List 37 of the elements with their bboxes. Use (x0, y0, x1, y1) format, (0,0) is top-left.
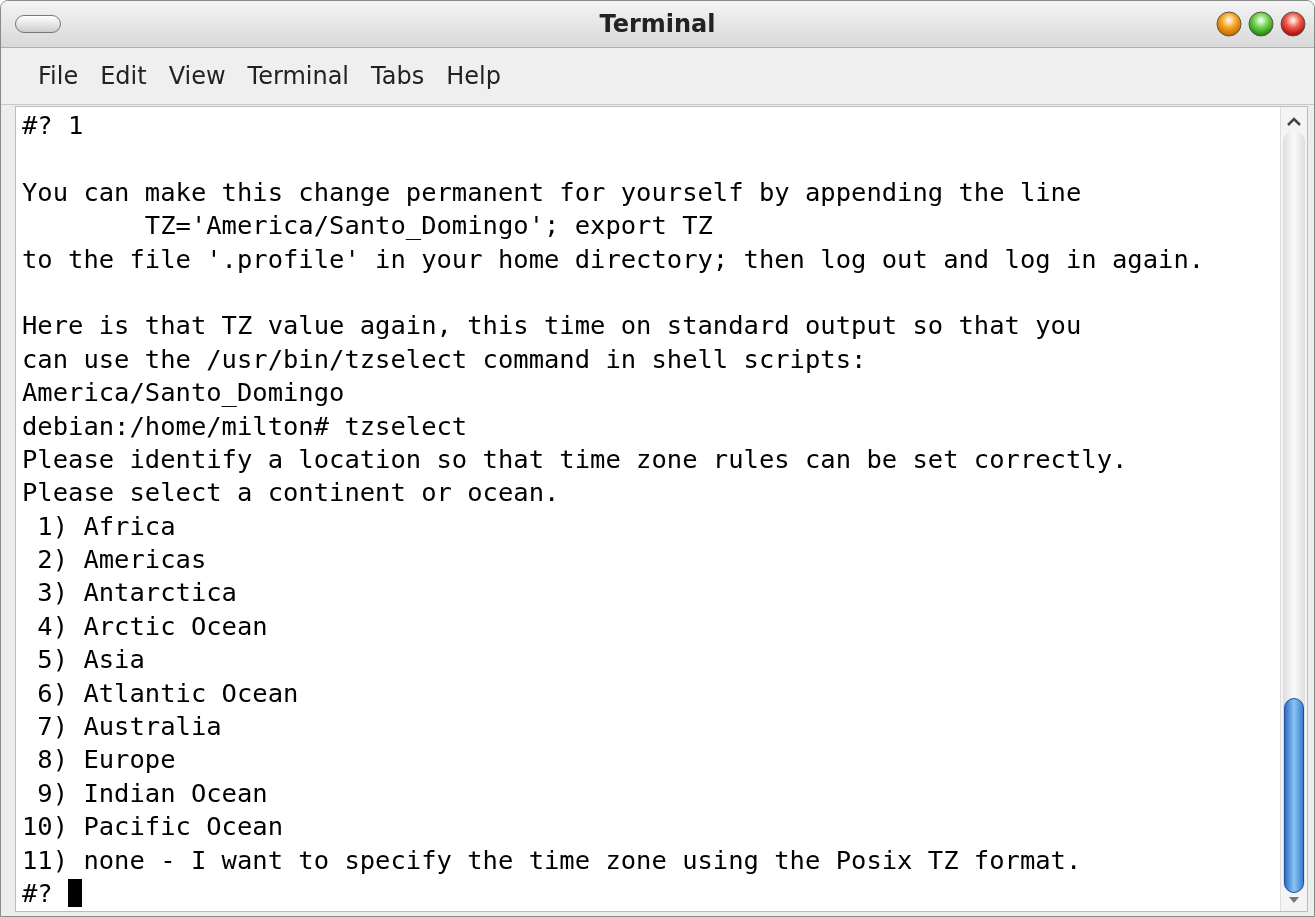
menu-item[interactable]: Edit (89, 58, 158, 94)
terminal-line: debian:/home/milton# tzselect (22, 409, 469, 443)
terminal-line: 5) Asia (36, 643, 146, 677)
scrollbar-thumb[interactable] (1284, 698, 1304, 893)
menu-item[interactable]: Help (435, 58, 512, 94)
text-cursor (67, 879, 82, 907)
terminal-line: 1) Africa (36, 509, 177, 543)
menu-item[interactable]: Terminal (236, 58, 361, 94)
scrollbar-track[interactable] (1283, 131, 1305, 893)
terminal-line: Please select a continent or ocean. (22, 476, 561, 510)
terminal-line: 4) Arctic Ocean (36, 609, 269, 643)
scroll-down-icon[interactable] (1287, 895, 1301, 905)
window-title: Terminal (599, 10, 716, 38)
window-button-icon[interactable] (1280, 11, 1306, 37)
window-pill-button[interactable] (15, 15, 61, 33)
terminal-line: 7) Australia (36, 710, 223, 744)
terminal-line: 10) Pacific Ocean (22, 810, 284, 844)
terminal-line: Please identify a location so that time zone rules can be set correctly. (22, 442, 1129, 476)
terminal-line: 11) none - I want to specify the time zone using the Posix TZ format. (22, 843, 1083, 877)
terminal-line: #? 1 (22, 109, 85, 142)
terminal-line: 2) Americas (36, 543, 208, 577)
terminal-prompt: #? (22, 878, 53, 908)
menu-item[interactable]: Tabs (360, 58, 436, 94)
terminal-line: 9) Indian Ocean (36, 776, 269, 810)
menu-item[interactable]: File (27, 58, 90, 94)
terminal-line: Here is that TZ value again, this time on standard output so that you (22, 309, 1083, 343)
menu-item[interactable]: View (157, 58, 237, 94)
window-button-icon[interactable] (1248, 11, 1274, 37)
terminal-line: TZ='America/Santo_Domingo'; export TZ (143, 209, 714, 243)
terminal-line: 6) Atlantic Ocean (36, 676, 300, 710)
terminal-line: can use the /usr/bin/tzselect command in shell scripts: (22, 342, 868, 376)
terminal-line: America/Santo_Domingo (22, 376, 346, 410)
terminal-line: You can make this change permanent for yourself by appending the line (22, 175, 1083, 209)
terminal-line: 3) Antarctica (36, 576, 238, 610)
terminal-line: to the file '.profile' in your home directory; then log out and log in again. (22, 242, 1206, 276)
terminal-line: 8) Europe (36, 743, 177, 777)
window-button-icon[interactable] (1216, 11, 1242, 37)
